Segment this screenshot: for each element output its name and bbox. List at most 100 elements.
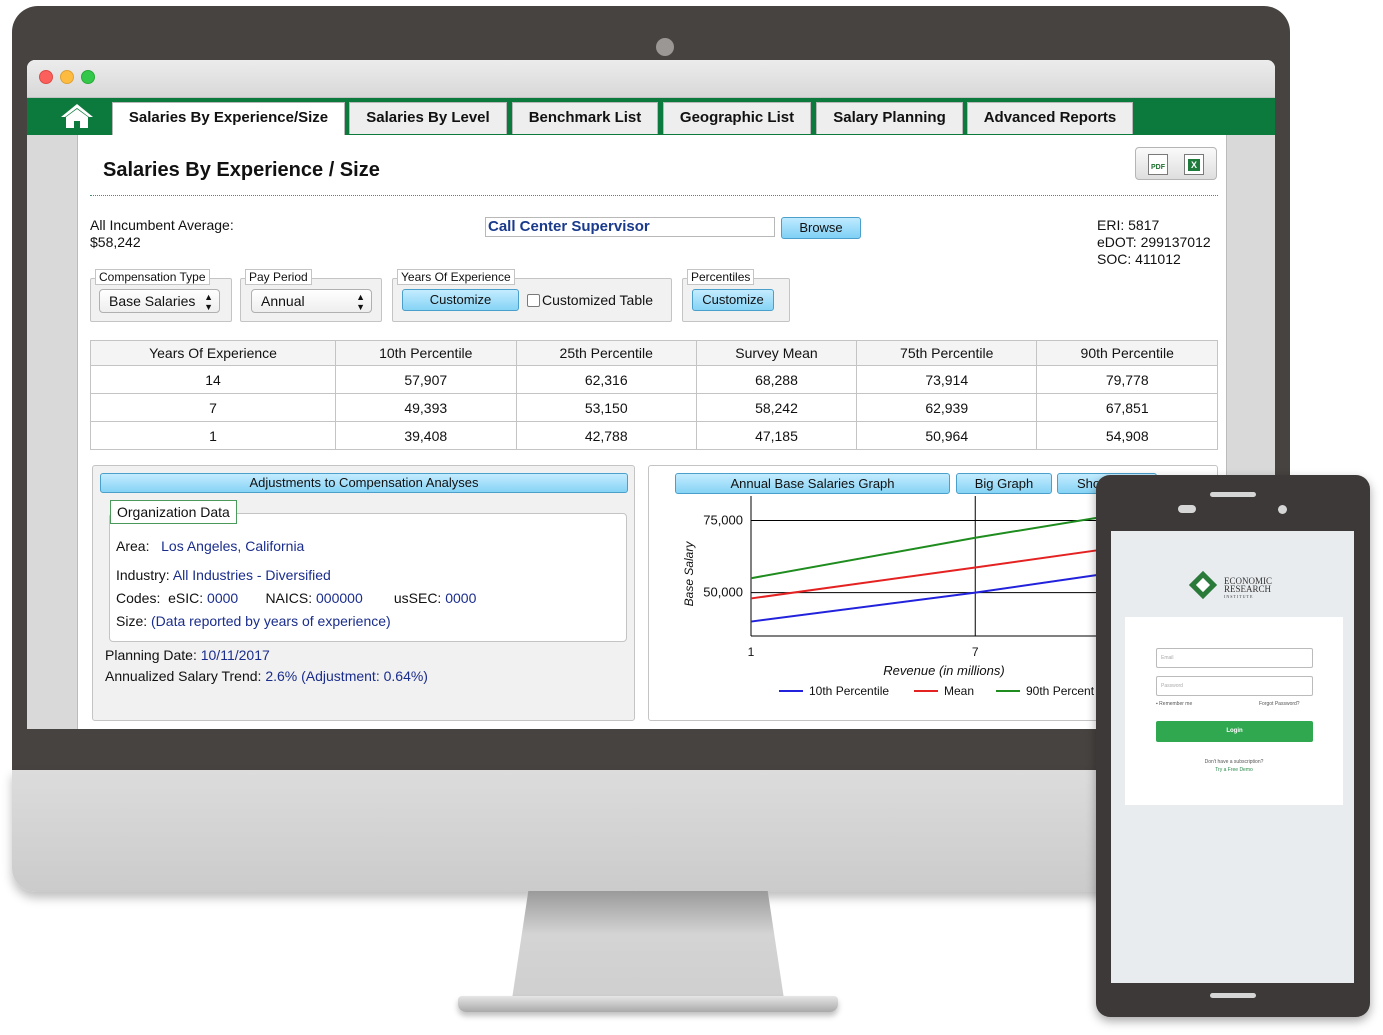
salary-table: Years Of Experience 10th Percentile 25th… [89, 340, 1218, 450]
tab-salary-planning[interactable]: Salary Planning [816, 102, 963, 134]
percentiles-customize-button[interactable]: Customize [692, 289, 774, 311]
legend-label: 90th Percent [1026, 684, 1095, 698]
size-row: Size: (Data reported by years of experie… [116, 613, 391, 629]
report-panel: Salaries By Experience / Size PDF X All … [77, 135, 1227, 729]
phone-home-bar [1210, 993, 1256, 998]
email-field[interactable]: Email [1156, 648, 1313, 668]
column-header[interactable]: 90th Percentile [1036, 340, 1218, 366]
table-cell: 73,914 [855, 365, 1038, 394]
table-cell: 57,907 [335, 365, 517, 394]
login-card: Email Password ▪ Remember me Forgot Pass… [1125, 617, 1343, 805]
y-axis-label: Base Salary [682, 541, 696, 607]
free-demo-link[interactable]: Try a Free Demo [1125, 767, 1343, 773]
customized-table-checkbox[interactable] [527, 294, 540, 307]
table-cell: 53,150 [515, 393, 697, 422]
table-cell: 47,185 [695, 421, 858, 450]
years-of-experience-legend: Years Of Experience [397, 269, 515, 285]
main-nav: Salaries By Experience/Size Salaries By … [27, 98, 1275, 135]
size-label: Size: [116, 613, 148, 629]
column-header[interactable]: Survey Mean [695, 340, 858, 366]
column-header[interactable]: 10th Percentile [335, 340, 517, 366]
password-field[interactable]: Password [1156, 676, 1313, 696]
login-button[interactable]: Login [1156, 721, 1313, 742]
table-cell: 79,778 [1036, 365, 1218, 394]
column-header[interactable]: 75th Percentile [855, 340, 1038, 366]
compensation-type-value: Base Salaries [109, 293, 196, 309]
experience-customize-button[interactable]: Customize [402, 289, 519, 311]
table-cell: 62,316 [515, 365, 697, 394]
ussec-label: usSEC: [393, 590, 442, 606]
column-header[interactable]: 25th Percentile [515, 340, 697, 366]
salary-trend-value[interactable]: 2.6% (Adjustment: 0.64%) [265, 668, 428, 684]
table-cell: 42,788 [515, 421, 697, 450]
excel-icon-label: X [1188, 159, 1200, 171]
percentiles-legend: Percentiles [687, 269, 755, 285]
remember-me-label: Remember me [1159, 701, 1193, 707]
salary-trend-label: Annualized Salary Trend: [105, 668, 262, 684]
logo-line-3: INSTITUTE [1224, 594, 1254, 599]
tab-salaries-by-experience[interactable]: Salaries By Experience/Size [112, 102, 345, 135]
pay-period-legend: Pay Period [245, 269, 312, 285]
y-tick-label: 75,000 [703, 512, 743, 527]
excel-icon[interactable]: X [1184, 154, 1204, 175]
size-value[interactable]: (Data reported by years of experience) [151, 613, 391, 629]
table-cell: 67,851 [1036, 393, 1218, 422]
monitor-stand [512, 891, 784, 999]
tab-advanced-reports[interactable]: Advanced Reports [967, 102, 1133, 134]
phone-sensor [1178, 505, 1196, 513]
series-line [750, 570, 1125, 623]
compensation-type-select[interactable]: Base Salaries ▲ ▼ [99, 289, 220, 313]
tab-benchmark-list[interactable]: Benchmark List [512, 102, 658, 134]
logo-line-2: RESEARCH [1224, 584, 1272, 594]
adjustments-header[interactable]: Adjustments to Compensation Analyses [100, 473, 628, 493]
pay-period-value: Annual [261, 293, 305, 309]
area-label: Area: [116, 538, 150, 554]
content-area: Salaries By Experience / Size PDF X All … [27, 135, 1275, 729]
close-button[interactable] [39, 70, 53, 84]
minimize-button[interactable] [60, 70, 74, 84]
monitor-stand-base [458, 996, 838, 1012]
home-icon[interactable] [57, 102, 97, 130]
browse-button[interactable]: Browse [781, 217, 861, 239]
pdf-icon[interactable]: PDF [1148, 154, 1168, 175]
table-cell: 62,939 [855, 393, 1038, 422]
codes-label: Codes: [116, 590, 161, 606]
industry-value[interactable]: All Industries - Diversified [173, 567, 331, 583]
area-row: Area: Los Angeles, California [116, 538, 304, 554]
industry-label: Industry: [116, 567, 170, 583]
phone-device: ECONOMIC RESEARCH INSTITUTE Email Passwo… [1096, 475, 1370, 1017]
phone-speaker [1210, 492, 1256, 497]
no-subscription-text: Don't have a subscription? [1204, 759, 1264, 765]
tab-geographic-list[interactable]: Geographic List [663, 102, 811, 134]
forgot-password-link[interactable]: Forgot Password? [1259, 701, 1300, 707]
edot-code: eDOT: 299137012 [1097, 234, 1211, 250]
salary-trend-row: Annualized Salary Trend: 2.6% (Adjustmen… [105, 668, 428, 684]
export-toolbar: PDF X [1135, 147, 1217, 180]
ussec-value[interactable]: 0000 [445, 590, 476, 606]
tab-salaries-by-level[interactable]: Salaries By Level [349, 102, 507, 134]
avg-value: $58,242 [90, 234, 141, 250]
table-cell: 58,242 [695, 393, 858, 422]
esic-label: eSIC: [168, 590, 204, 606]
customized-table-label: Customized Table [542, 292, 654, 308]
legend-label: 10th Percentile [809, 684, 889, 698]
column-header[interactable]: Years Of Experience [89, 340, 337, 366]
compensation-type-legend: Compensation Type [95, 269, 210, 285]
percentiles-group: Percentiles Customize [682, 269, 790, 322]
table-cell: 49,393 [335, 393, 517, 422]
eri-code: ERI: 5817 [1097, 217, 1160, 233]
table-row: 1 39,408 42,788 47,185 50,964 54,908 [89, 421, 1218, 450]
area-value[interactable]: Los Angeles, California [161, 538, 304, 554]
job-title-input[interactable]: Call Center Supervisor [485, 217, 775, 237]
pay-period-select[interactable]: Annual ▲ ▼ [251, 289, 372, 313]
organization-data-legend: Organization Data [110, 500, 237, 524]
table-cell: 7 [89, 393, 337, 422]
remember-me-checkbox[interactable]: ▪ Remember me [1156, 701, 1192, 707]
soc-code: SOC: 411012 [1097, 251, 1181, 267]
naics-value[interactable]: 000000 [316, 590, 363, 606]
zoom-button[interactable] [81, 70, 95, 84]
pay-period-group: Pay Period Annual ▲ ▼ [240, 269, 382, 322]
planning-date-value[interactable]: 10/11/2017 [201, 647, 270, 663]
series-line [750, 545, 1125, 600]
esic-value[interactable]: 0000 [207, 590, 238, 606]
